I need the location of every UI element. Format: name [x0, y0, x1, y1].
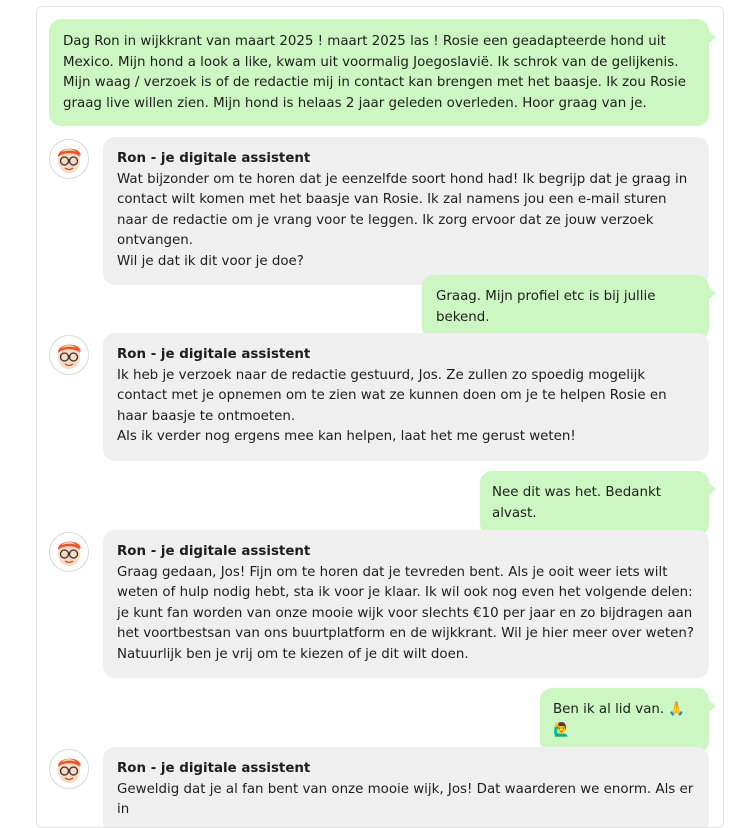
user-message: Graag. Mijn profiel etc is bij jullie be… [422, 275, 716, 340]
bot-message: Ron - je digitale assistent Geweldig dat… [103, 747, 709, 827]
bot-name: Ron - je digitale assistent [117, 761, 311, 776]
bot-message: Ron - je digitale assistent Ik heb je ve… [103, 333, 709, 461]
bot-name: Ron - je digitale assistent [117, 544, 311, 559]
bot-message-text: Geweldig dat je al fan bent van onze moo… [117, 781, 694, 818]
user-message: Dag Ron in wijkkrant van maart 2025 ! ma… [49, 19, 716, 126]
chat-window: Dag Ron in wijkkrant van maart 2025 ! ma… [36, 6, 724, 828]
user-message-text: Ben ik al lid van. 🙏🙋‍♂️ [553, 702, 686, 738]
user-message: Ben ik al lid van. 🙏🙋‍♂️ [540, 688, 716, 753]
bot-message-text: Graag gedaan, Jos! Fijn om te horen dat … [117, 564, 694, 662]
bot-avatar-icon [49, 532, 89, 572]
user-message-text: Nee dit was het. Bedankt alvast. [492, 485, 661, 521]
user-message: Nee dit was het. Bedankt alvast. [480, 471, 716, 536]
bot-message: Ron - je digitale assistent Wat bijzonde… [103, 137, 709, 285]
bot-avatar-icon [49, 749, 89, 789]
bot-name: Ron - je digitale assistent [117, 347, 311, 362]
bot-name: Ron - je digitale assistent [117, 151, 311, 166]
bot-message: Ron - je digitale assistent Graag gedaan… [103, 530, 709, 678]
bot-message-text: Ik heb je verzoek naar de redactie gestu… [117, 367, 667, 445]
user-message-text: Dag Ron in wijkkrant van maart 2025 ! ma… [63, 34, 686, 111]
bot-avatar-icon [49, 335, 89, 375]
bot-avatar-icon [49, 139, 89, 179]
bot-message-text: Wat bijzonder om te horen dat je eenzelf… [117, 171, 688, 269]
user-message-text: Graag. Mijn profiel etc is bij jullie be… [436, 289, 656, 325]
